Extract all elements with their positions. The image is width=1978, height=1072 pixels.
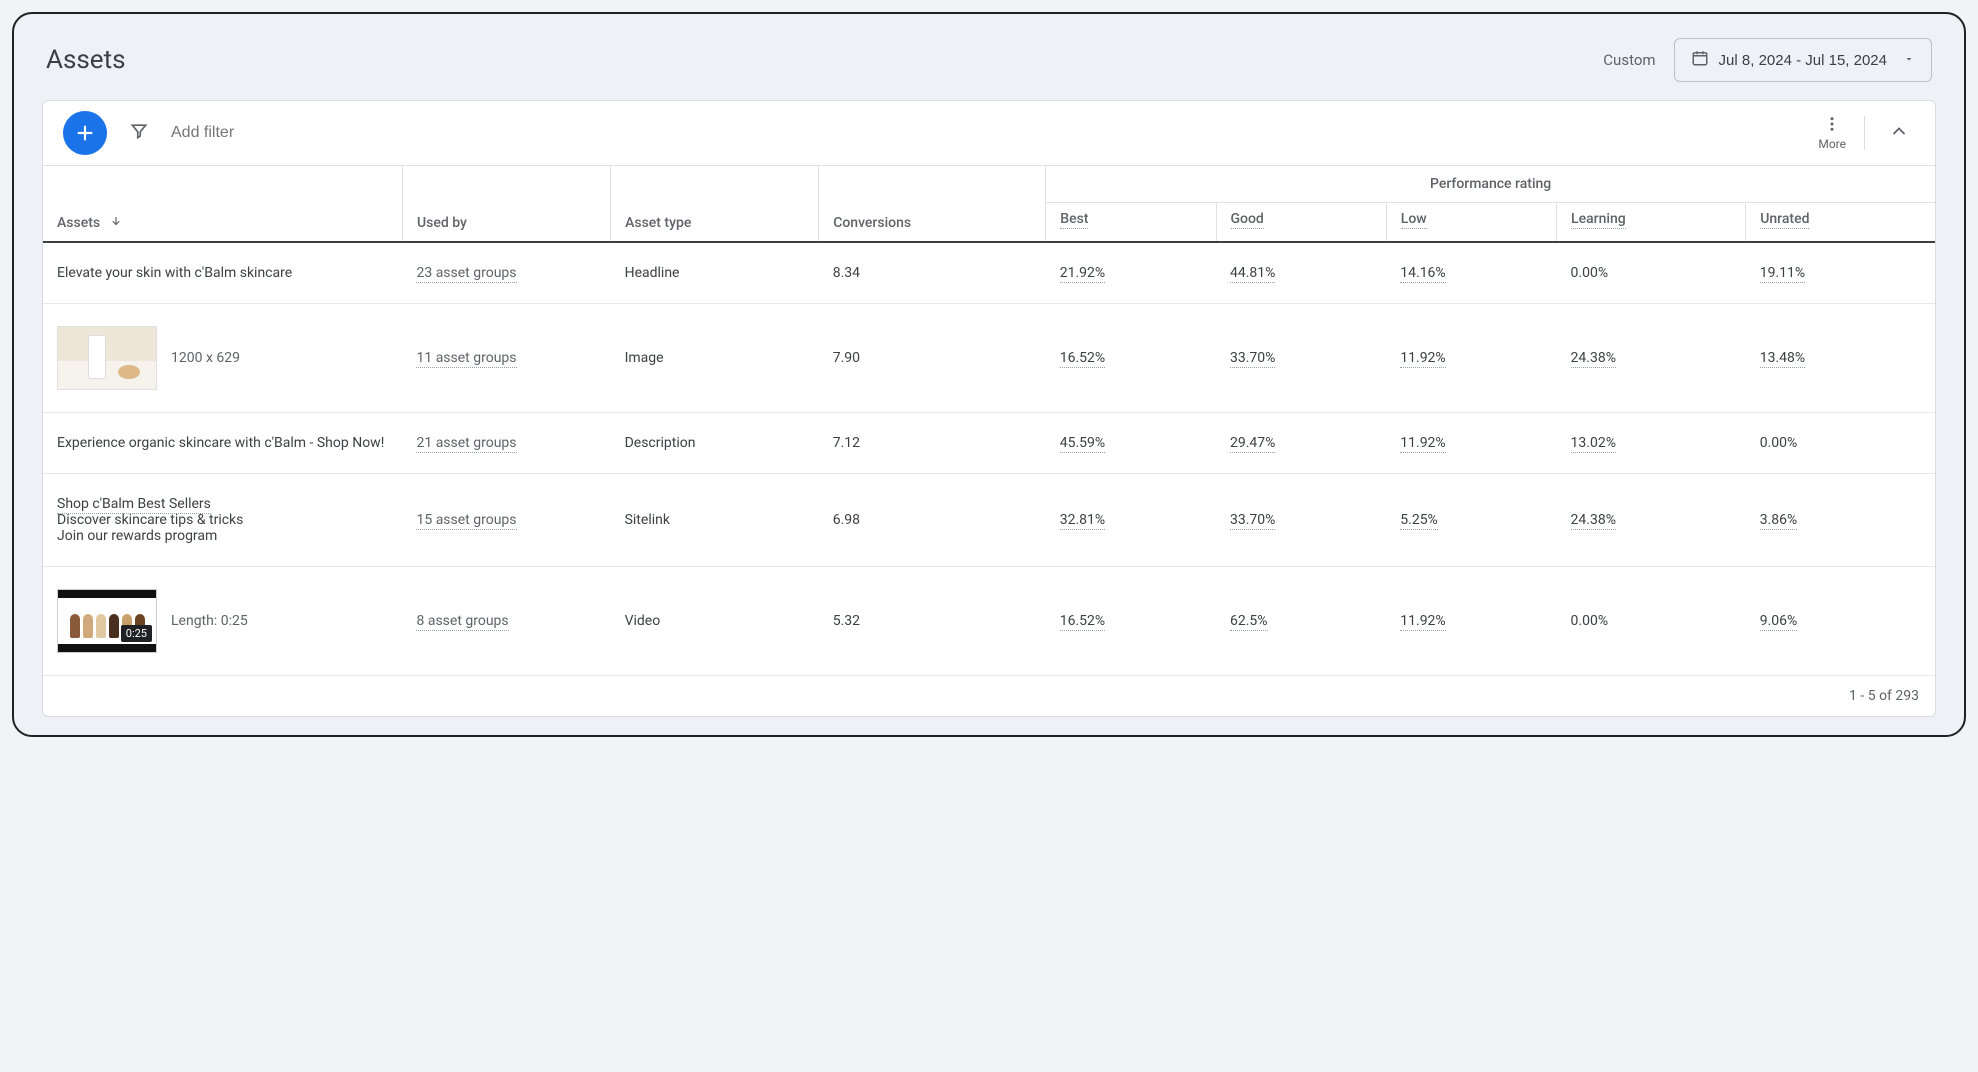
conversions-cell: 7.90 xyxy=(819,304,1046,413)
col-best[interactable]: Best xyxy=(1046,203,1216,243)
more-label: More xyxy=(1818,137,1846,151)
low-cell[interactable]: 11.92% xyxy=(1386,304,1556,413)
unrated-cell[interactable]: 3.86% xyxy=(1746,474,1935,567)
more-vert-icon xyxy=(1823,115,1841,133)
add-button[interactable] xyxy=(63,111,107,155)
asset-type-cell: Description xyxy=(611,413,819,474)
unrated-cell[interactable]: 13.48% xyxy=(1746,304,1935,413)
good-cell[interactable]: 33.70% xyxy=(1216,304,1386,413)
asset-cell: 0:25 Length: 0:25 xyxy=(43,567,402,676)
asset-cell: 1200 x 629 xyxy=(43,304,402,413)
asset-cell: Elevate your skin with c'Balm skincare xyxy=(43,242,402,304)
image-dimensions: 1200 x 629 xyxy=(171,350,240,366)
table-row[interactable]: 0:25 Length: 0:25 8 asset groups Video 5… xyxy=(43,567,1935,676)
good-cell[interactable]: 29.47% xyxy=(1216,413,1386,474)
collapse-button[interactable] xyxy=(1883,115,1915,151)
best-cell[interactable]: 45.59% xyxy=(1046,413,1216,474)
asset-type-cell: Headline xyxy=(611,242,819,304)
used-by-cell[interactable]: 21 asset groups xyxy=(402,413,610,474)
col-good[interactable]: Good xyxy=(1216,203,1386,243)
page-card: Assets Custom Jul 8, 2024 - Jul 15, 2024 xyxy=(12,12,1966,737)
asset-cell: Experience organic skincare with c'Balm … xyxy=(43,413,402,474)
table-row[interactable]: Elevate your skin with c'Balm skincare 2… xyxy=(43,242,1935,304)
conversions-cell: 7.12 xyxy=(819,413,1046,474)
image-thumbnail[interactable] xyxy=(57,326,157,390)
page-header: Assets Custom Jul 8, 2024 - Jul 15, 2024 xyxy=(42,14,1936,100)
best-cell[interactable]: 16.52% xyxy=(1046,304,1216,413)
best-cell[interactable]: 16.52% xyxy=(1046,567,1216,676)
good-cell[interactable]: 44.81% xyxy=(1216,242,1386,304)
more-menu[interactable]: More xyxy=(1818,115,1846,151)
used-by-cell[interactable]: 15 asset groups xyxy=(402,474,610,567)
low-cell[interactable]: 14.16% xyxy=(1386,242,1556,304)
video-thumbnail[interactable]: 0:25 xyxy=(57,589,157,653)
pagination-label: 1 - 5 of 293 xyxy=(43,676,1935,716)
used-by-cell[interactable]: 23 asset groups xyxy=(402,242,610,304)
col-low[interactable]: Low xyxy=(1386,203,1556,243)
low-cell[interactable]: 11.92% xyxy=(1386,567,1556,676)
asset-type-cell: Sitelink xyxy=(611,474,819,567)
video-length-label: Length: 0:25 xyxy=(171,613,248,629)
table-row[interactable]: 1200 x 629 11 asset groups Image 7.90 16… xyxy=(43,304,1935,413)
col-asset-type[interactable]: Asset type xyxy=(611,166,819,242)
conversions-cell: 8.34 xyxy=(819,242,1046,304)
date-range-text: Jul 8, 2024 - Jul 15, 2024 xyxy=(1719,52,1887,69)
col-conversions[interactable]: Conversions xyxy=(819,166,1046,242)
asset-type-cell: Image xyxy=(611,304,819,413)
col-learning[interactable]: Learning xyxy=(1557,203,1746,243)
col-assets[interactable]: Assets xyxy=(43,166,402,242)
col-unrated[interactable]: Unrated xyxy=(1746,203,1935,243)
asset-type-cell: Video xyxy=(611,567,819,676)
date-mode-label: Custom xyxy=(1603,51,1655,69)
learning-cell: 0.00% xyxy=(1557,242,1746,304)
page-title: Assets xyxy=(46,45,126,75)
table-row[interactable]: Shop c'Balm Best Sellers Discover skinca… xyxy=(43,474,1935,567)
table-row[interactable]: Experience organic skincare with c'Balm … xyxy=(43,413,1935,474)
col-group-performance: Performance rating xyxy=(1046,166,1935,203)
good-cell[interactable]: 62.5% xyxy=(1216,567,1386,676)
conversions-cell: 5.32 xyxy=(819,567,1046,676)
learning-cell[interactable]: 13.02% xyxy=(1557,413,1746,474)
content-panel: More Assets xyxy=(42,100,1936,717)
caret-down-icon xyxy=(1903,52,1915,69)
good-cell[interactable]: 33.70% xyxy=(1216,474,1386,567)
calendar-icon xyxy=(1691,49,1709,71)
filter-icon[interactable] xyxy=(129,121,149,145)
unrated-cell: 0.00% xyxy=(1746,413,1935,474)
unrated-cell[interactable]: 19.11% xyxy=(1746,242,1935,304)
add-filter-input[interactable] xyxy=(171,124,1796,142)
asset-cell: Shop c'Balm Best Sellers Discover skinca… xyxy=(43,474,402,567)
low-cell[interactable]: 5.25% xyxy=(1386,474,1556,567)
header-right: Custom Jul 8, 2024 - Jul 15, 2024 xyxy=(1603,38,1932,82)
used-by-cell[interactable]: 8 asset groups xyxy=(402,567,610,676)
toolbar-right: More xyxy=(1818,115,1915,151)
learning-cell[interactable]: 24.38% xyxy=(1557,304,1746,413)
conversions-cell: 6.98 xyxy=(819,474,1046,567)
date-range-picker[interactable]: Jul 8, 2024 - Jul 15, 2024 xyxy=(1674,38,1932,82)
used-by-cell[interactable]: 11 asset groups xyxy=(402,304,610,413)
assets-table: Assets Used by Asset type Conversions Pe… xyxy=(43,166,1935,676)
unrated-cell[interactable]: 9.06% xyxy=(1746,567,1935,676)
learning-cell: 0.00% xyxy=(1557,567,1746,676)
low-cell[interactable]: 11.92% xyxy=(1386,413,1556,474)
sort-down-icon xyxy=(110,215,122,231)
toolbar-divider xyxy=(1864,116,1865,150)
sitelink-desc-1: Discover skincare tips & tricks xyxy=(57,512,388,528)
best-cell[interactable]: 32.81% xyxy=(1046,474,1216,567)
video-duration-badge: 0:25 xyxy=(121,625,152,642)
col-used-by[interactable]: Used by xyxy=(402,166,610,242)
toolbar: More xyxy=(43,101,1935,166)
learning-cell[interactable]: 24.38% xyxy=(1557,474,1746,567)
sitelink-desc-2: Join our rewards program xyxy=(57,528,388,544)
best-cell[interactable]: 21.92% xyxy=(1046,242,1216,304)
